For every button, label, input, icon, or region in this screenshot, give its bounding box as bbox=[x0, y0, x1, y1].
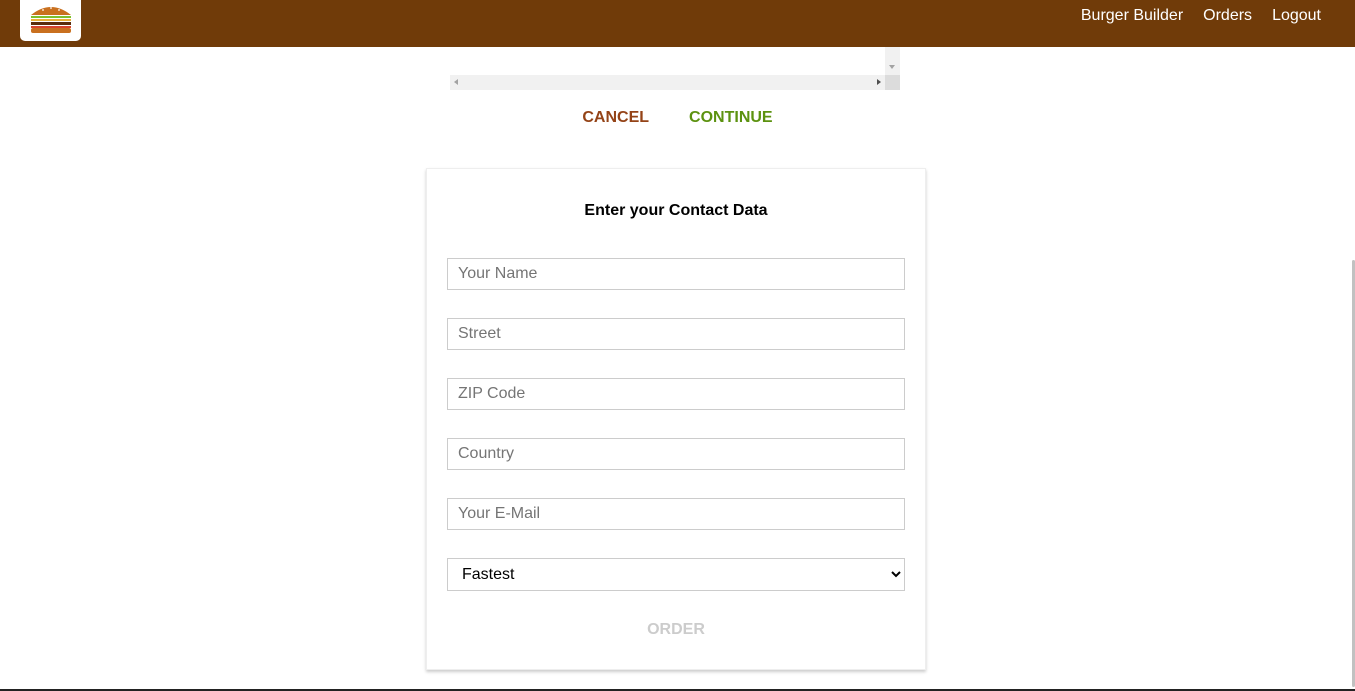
contact-data-card: Enter your Contact Data Fastest ORDER bbox=[426, 168, 926, 670]
toolbar: Burger Builder Orders Logout bbox=[0, 0, 1355, 47]
burger-logo-icon bbox=[30, 6, 71, 33]
burger-preview-scrollbox[interactable] bbox=[450, 47, 900, 90]
continue-button[interactable]: CONTINUE bbox=[669, 106, 793, 130]
scroll-left-icon[interactable] bbox=[454, 79, 458, 85]
cancel-button[interactable]: CANCEL bbox=[562, 106, 669, 130]
name-input[interactable] bbox=[447, 258, 905, 290]
order-button[interactable]: ORDER bbox=[627, 618, 725, 642]
order-row: ORDER bbox=[427, 618, 925, 642]
nav-orders[interactable]: Orders bbox=[1193, 0, 1262, 32]
scroll-right-icon[interactable] bbox=[877, 79, 881, 85]
vertical-scrollbar[interactable] bbox=[885, 47, 900, 75]
country-input[interactable] bbox=[447, 438, 905, 470]
scroll-down-icon[interactable] bbox=[889, 65, 895, 69]
contact-title: Enter your Contact Data bbox=[584, 202, 768, 219]
horizontal-scrollbar[interactable] bbox=[450, 75, 885, 90]
logo[interactable] bbox=[20, 0, 81, 41]
scrollbar-corner bbox=[885, 75, 900, 90]
main-nav: Burger Builder Orders Logout bbox=[1071, 0, 1321, 32]
nav-logout[interactable]: Logout bbox=[1262, 0, 1321, 32]
street-input[interactable] bbox=[447, 318, 905, 350]
email-input[interactable] bbox=[447, 498, 905, 530]
summary-actions: CANCEL CONTINUE bbox=[0, 106, 1355, 130]
page-scrollbar[interactable] bbox=[1351, 47, 1355, 687]
delivery-method-select[interactable]: Fastest bbox=[447, 558, 905, 591]
nav-burger-builder[interactable]: Burger Builder bbox=[1071, 0, 1193, 32]
zip-code-input[interactable] bbox=[447, 378, 905, 410]
